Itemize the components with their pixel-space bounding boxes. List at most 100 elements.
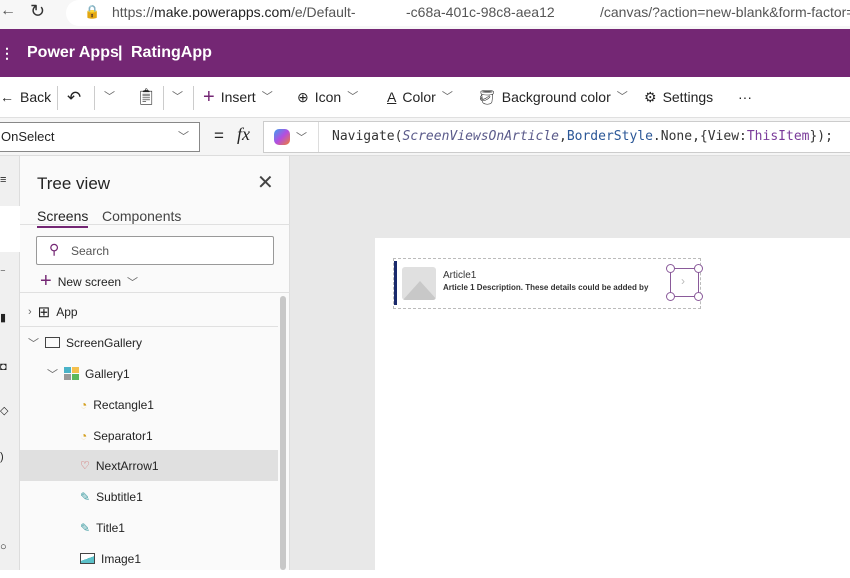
waffle-icon[interactable]: ⋮ — [0, 29, 14, 77]
address-bar[interactable]: 🔒 https://make.powerapps.com/e/Default- … — [66, 0, 850, 26]
resize-handle[interactable] — [694, 292, 703, 301]
divider — [20, 224, 290, 225]
data-rail-icon[interactable]: ▮ — [0, 311, 6, 324]
browser-bar: ← ↻ 🔒 https://make.powerapps.com/e/Defau… — [0, 0, 850, 29]
code-arg: ScreenViewsOnArticle — [402, 129, 559, 144]
title-separator: | — [118, 44, 123, 61]
plus-icon: + — [40, 270, 52, 292]
divider — [163, 86, 164, 110]
back-icon: ← — [0, 89, 14, 105]
chevron-down-icon[interactable]: ﹀ — [296, 129, 307, 145]
code-punct: : — [739, 129, 747, 144]
variables-rail-icon[interactable]: ) — [0, 451, 4, 463]
screen-icon — [45, 337, 60, 348]
scrollbar[interactable] — [280, 296, 286, 570]
subtitle-label[interactable]: Article 1 Description. These details cou… — [443, 283, 648, 292]
insert-rail-icon[interactable]: ⁻ — [0, 266, 6, 279]
undo-icon: ↶ — [67, 88, 82, 107]
settings-rail-icon[interactable]: ○ — [0, 541, 7, 553]
fx-icon: fx — [237, 124, 250, 144]
chevron-down-icon: ﹀ — [104, 91, 115, 103]
refresh-icon[interactable]: ↻ — [30, 1, 45, 22]
back-arrow-icon[interactable]: ← — [0, 2, 16, 20]
tree-node-nextarrow[interactable]: ♡ NextArrow1 — [20, 450, 278, 481]
url-prefix: https:// — [112, 4, 155, 20]
back-button[interactable]: ← Back — [0, 77, 51, 118]
tree-node-rectangle[interactable]: ◔ Rectangle1 — [20, 389, 278, 420]
chevron-down-icon: ﹀ — [172, 91, 183, 103]
background-color-button[interactable]: 🪣︎ Background color ﹀ — [478, 77, 628, 118]
gallery[interactable]: Article1 Article 1 Description. These de… — [393, 258, 703, 309]
color-button[interactable]: A Color ﹀ — [387, 77, 453, 118]
menu-icon[interactable]: ≡ — [0, 174, 6, 186]
url-domain: make.powerapps.com — [154, 4, 291, 20]
node-label: ScreenGallery — [66, 335, 143, 350]
next-arrow-selected[interactable]: › — [666, 264, 703, 301]
insert-label: Insert — [220, 89, 256, 105]
settings-button[interactable]: ⚙ Settings — [644, 77, 713, 118]
image-icon — [80, 553, 95, 564]
divider — [318, 122, 319, 152]
command-bar: ← Back ↶ ﹀ 📋︎ ﹀ + Insert ﹀ ⊕ Icon ﹀ A Color ﹀ 🪣… — [0, 77, 850, 118]
formula-code[interactable]: Navigate(ScreenViewsOnArticle,BorderStyl… — [332, 122, 833, 152]
code-key: View — [707, 129, 740, 144]
formula-input[interactable]: ﹀ Navigate(ScreenViewsOnArticle,BorderSt… — [263, 121, 850, 153]
app-header: ⋮ Power Apps | RatingApp — [0, 29, 850, 77]
paste-button[interactable]: 📋︎ — [136, 77, 156, 118]
icons-icon: ♡ — [80, 460, 90, 472]
paste-dropdown[interactable]: ﹀ — [172, 77, 183, 118]
tree-node-image[interactable]: Image1 — [20, 543, 278, 574]
more-button[interactable]: ··· — [738, 77, 752, 118]
product-name: Power Apps — [27, 44, 119, 61]
insert-button[interactable]: + Insert ﹀ — [203, 77, 273, 118]
tree-node-app[interactable]: › ⊞ App — [20, 296, 278, 327]
divider — [94, 86, 95, 110]
app-name: RatingApp — [131, 44, 212, 61]
equals-sign: = — [214, 126, 224, 145]
copilot-icon[interactable] — [274, 129, 290, 145]
undo-button[interactable]: ↶ — [67, 77, 81, 118]
code-enum-value: None — [660, 129, 693, 144]
search-input[interactable]: ⚲ Search — [36, 236, 274, 265]
back-label: Back — [20, 89, 52, 105]
tree-node-subtitle[interactable]: ✎ Subtitle1 — [20, 481, 278, 512]
gallery-icon — [64, 367, 79, 380]
new-screen-button[interactable]: + New screen ﹀ — [40, 270, 138, 293]
property-value: OnSelect — [1, 129, 55, 144]
node-label: NextArrow1 — [95, 458, 159, 473]
undo-dropdown[interactable]: ﹀ — [104, 77, 115, 118]
image-placeholder[interactable] — [402, 267, 436, 300]
chevron-right-icon: › — [28, 305, 32, 318]
chevron-down-icon: ﹀ — [347, 91, 359, 103]
tab-screens[interactable]: Screens — [37, 208, 89, 228]
property-dropdown[interactable]: OnSelect ﹀ — [0, 122, 200, 152]
icon-button[interactable]: ⊕ Icon ﹀ — [297, 77, 358, 118]
media-rail-icon[interactable]: ◘ — [0, 361, 7, 373]
lock-icon: 🔒 — [84, 4, 101, 19]
resize-handle[interactable] — [666, 264, 675, 273]
resize-handle[interactable] — [666, 292, 675, 301]
tree-node-title[interactable]: ✎ Title1 — [20, 512, 278, 543]
close-icon[interactable]: ✕ — [257, 170, 274, 195]
tree-node-separator[interactable]: ◔ Separator1 — [20, 420, 278, 451]
resize-handle[interactable] — [694, 264, 703, 273]
power-automate-rail-icon[interactable]: ◇ — [0, 404, 8, 417]
node-label: Subtitle1 — [96, 489, 143, 504]
background-color-label: Background color — [501, 89, 611, 105]
node-label: App — [56, 304, 78, 319]
title-label[interactable]: Article1 — [443, 270, 476, 281]
code-value: ThisItem — [746, 129, 810, 144]
code-punct: , — [559, 129, 567, 144]
clipboard-icon: 📋︎ — [136, 89, 157, 106]
plus-icon: + — [203, 86, 215, 108]
app-screen[interactable]: Article1 Article 1 Description. These de… — [375, 238, 850, 578]
tree-node-gallery[interactable]: ﹀ Gallery1 — [20, 358, 278, 389]
gear-icon: ⚙ — [644, 89, 657, 105]
tab-components[interactable]: Components — [102, 208, 181, 224]
code-enum: BorderStyle — [566, 129, 653, 144]
shapes-icon: ◔ — [80, 428, 88, 443]
color-label: Color — [402, 89, 436, 105]
tree-node-screen[interactable]: ﹀ ScreenGallery — [20, 327, 278, 358]
node-label: Separator1 — [93, 428, 153, 443]
tree-view-rail-button[interactable] — [0, 206, 20, 252]
